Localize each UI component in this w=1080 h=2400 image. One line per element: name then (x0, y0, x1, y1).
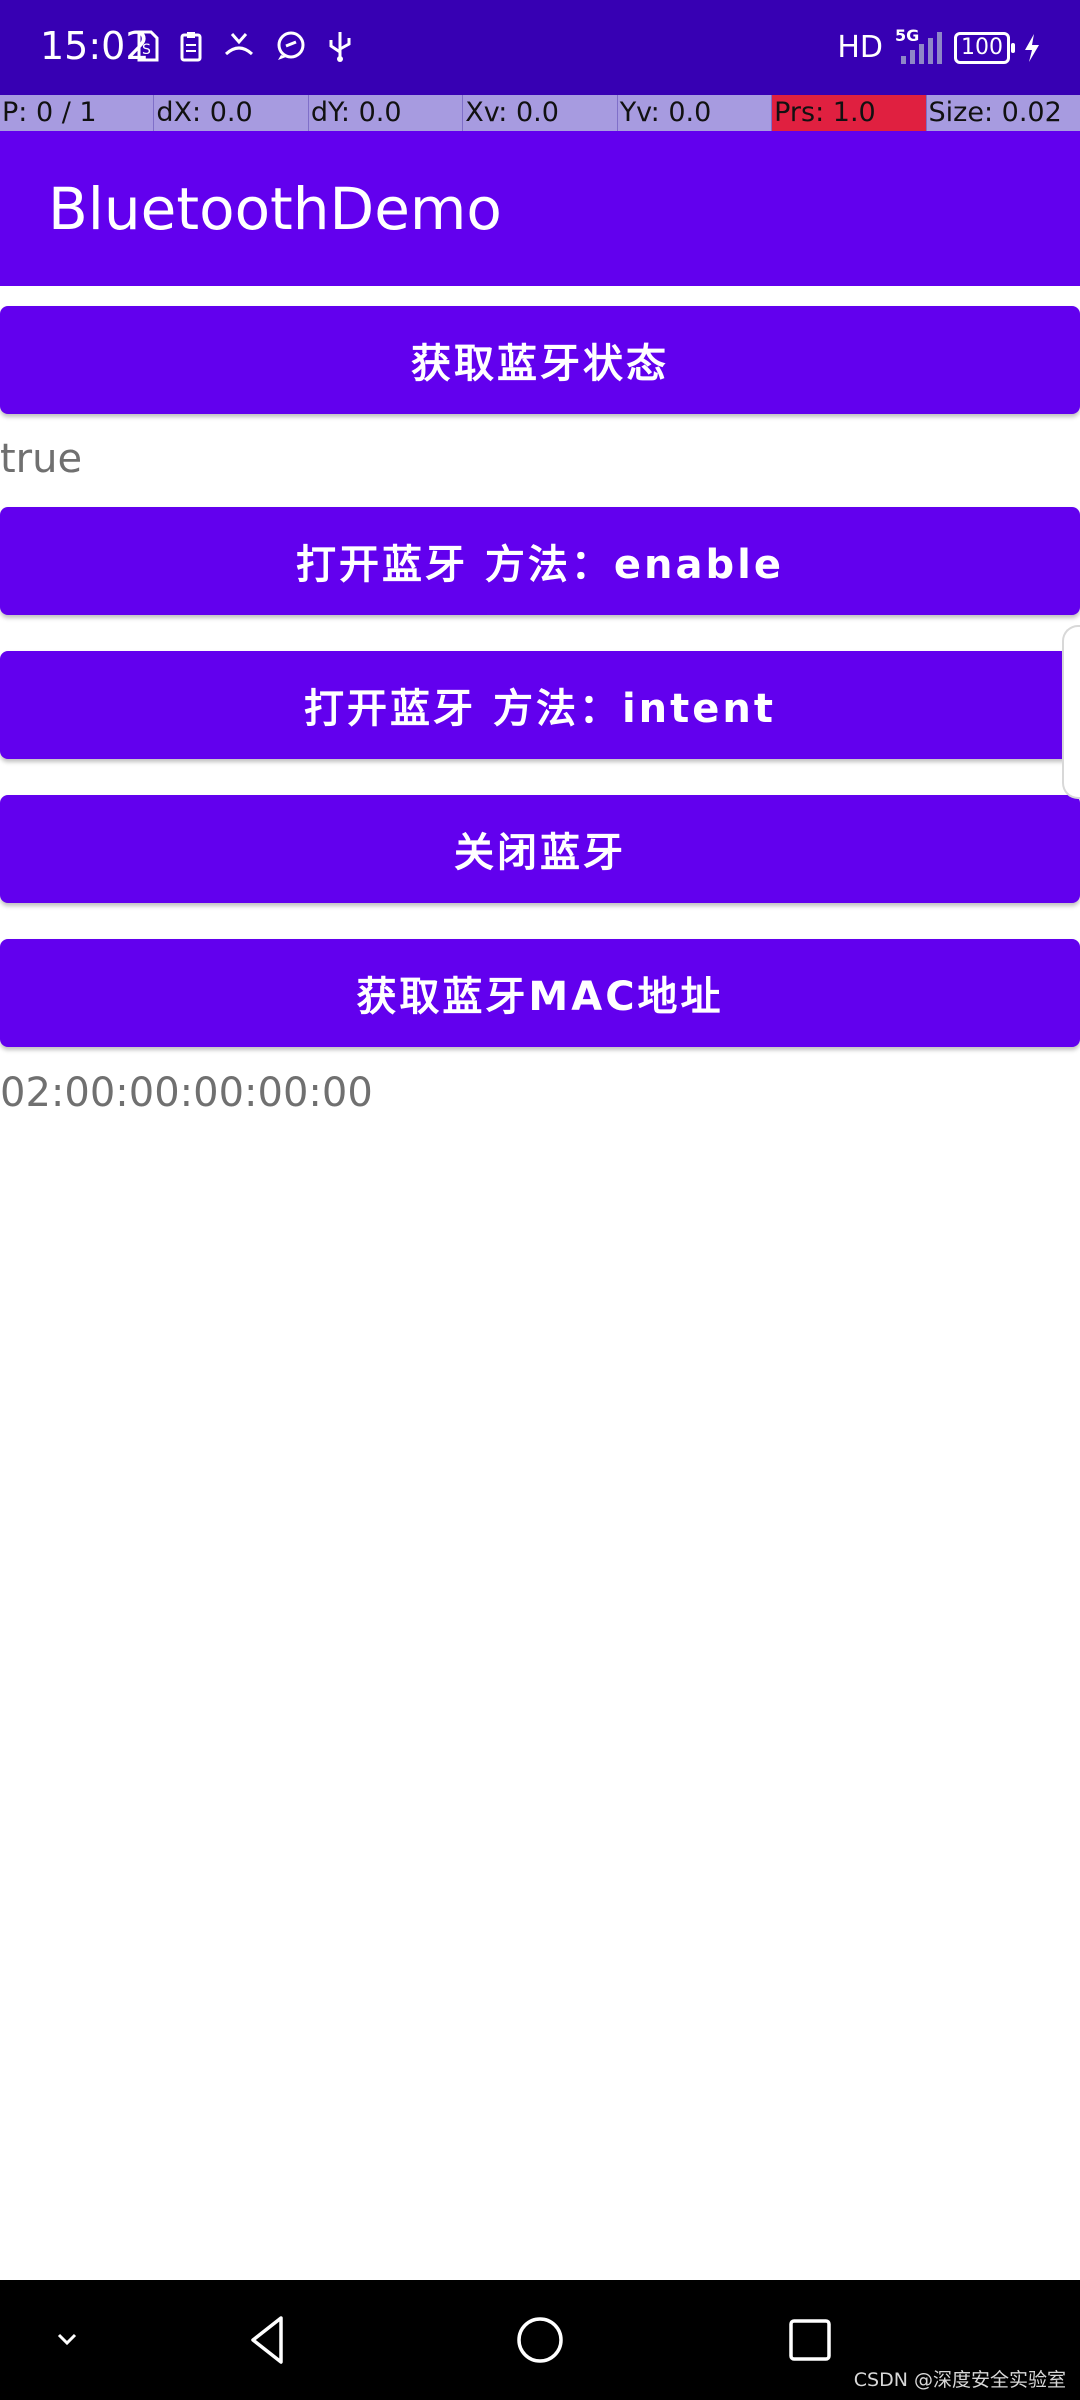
pointer-xv: Xv: 0.0 (463, 95, 618, 131)
app-bar: BluetoothDemo (0, 131, 1080, 286)
close-bluetooth-button[interactable]: 关闭蓝牙 (0, 795, 1080, 903)
back-icon (251, 2316, 283, 2364)
network-type: 5G (895, 25, 920, 45)
app-title: BluetoothDemo (48, 175, 502, 243)
recent-apps-button[interactable] (775, 2310, 845, 2370)
pointer-size: Size: 0.02 (928, 97, 1062, 128)
chat-bubble-icon (277, 31, 305, 60)
battery-level: 100 (961, 34, 1003, 60)
usb-icon (329, 32, 351, 62)
pointer-location-overlay: P: 0 / 1 dX: 0.0 dY: 0.0 Xv: 0.0 Yv: 0.0… (0, 95, 1080, 131)
status-notification-icons: S (135, 30, 353, 62)
pointer-dy: dY: 0.0 (309, 95, 464, 131)
sim-card-icon: S (137, 30, 159, 62)
side-panel-handle[interactable] (1062, 625, 1080, 799)
get-mac-address-button[interactable]: 获取蓝牙MAC地址 (0, 939, 1080, 1047)
clipboard-icon (180, 32, 202, 62)
pointer-count: P: 0 / 1 (0, 95, 155, 131)
home-icon (517, 2317, 563, 2363)
recent-apps-icon (789, 2319, 831, 2361)
status-system-icons: HD 5G 100 (837, 26, 1042, 65)
status-time: 15:02 (40, 24, 150, 68)
missed-call-icon (224, 33, 254, 56)
charging-icon (1025, 33, 1039, 62)
svg-text:S: S (142, 42, 151, 58)
open-bluetooth-enable-button[interactable]: 打开蓝牙 方法：enable (0, 507, 1080, 615)
back-button[interactable] (233, 2310, 303, 2370)
hide-nav-button[interactable] (32, 2310, 102, 2370)
status-bar: 15:02 S HD 5G 100 (0, 0, 1080, 95)
watermark: CSDN @深度安全实验室 (853, 2369, 1066, 2391)
network-label: HD (837, 30, 883, 65)
navigation-bar: CSDN @深度安全实验室 (0, 2280, 1080, 2400)
pointer-yv: Yv: 0.0 (618, 95, 773, 131)
pointer-dx: dX: 0.0 (154, 95, 309, 131)
signal-icon: 5G (895, 26, 942, 64)
pointer-pressure: Prs: 1.0 (772, 95, 927, 131)
battery-icon: 100 (954, 31, 1015, 64)
open-bluetooth-intent-button[interactable]: 打开蓝牙 方法：intent (0, 651, 1080, 759)
bluetooth-state-result: true (0, 436, 83, 482)
mac-address-result: 02:00:00:00:00:00 (0, 1070, 373, 1116)
get-bluetooth-state-button[interactable]: 获取蓝牙状态 (0, 306, 1080, 414)
hide-nav-icon (57, 2333, 77, 2346)
home-button[interactable] (505, 2310, 575, 2370)
